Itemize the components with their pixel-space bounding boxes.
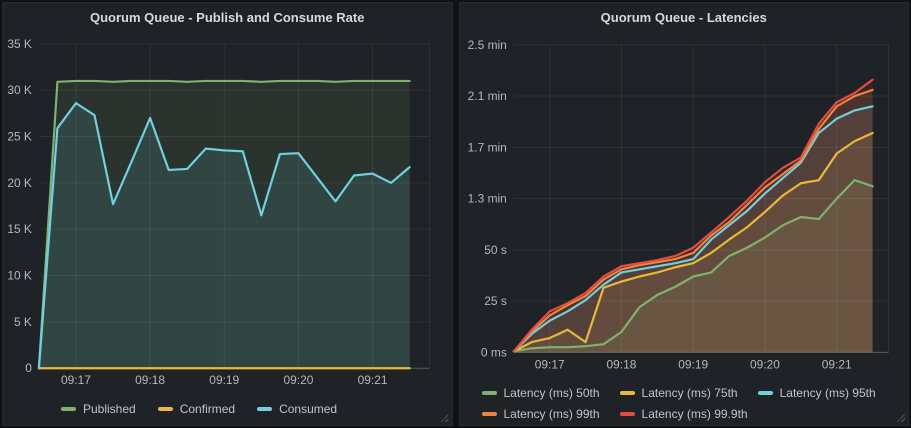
legend-label: Latency (ms) 99th (504, 407, 600, 421)
y-tick-label: 2.5 min (467, 38, 506, 52)
legend-item-latency-ms-50th[interactable]: Latency (ms) 50th (482, 386, 600, 400)
panel-publish-consume-rate: Quorum Queue - Publish and Consume Rate … (2, 2, 453, 426)
legend-label: Confirmed (180, 402, 235, 416)
x-tick-label: 09:20 (750, 357, 780, 371)
y-tick-label: 1.3 min (467, 192, 506, 206)
legend-label: Published (83, 402, 136, 416)
x-tick-label: 09:21 (821, 357, 851, 371)
legend-swatch-icon (61, 407, 76, 411)
legend-swatch-icon (482, 412, 497, 416)
legend-item-consumed[interactable]: Consumed (257, 402, 337, 416)
y-tick-label: 30 K (7, 83, 32, 97)
legend-swatch-icon (257, 407, 272, 411)
y-tick-label: 25 s (484, 294, 507, 308)
y-tick-label: 2.1 min (467, 89, 506, 103)
legend-item-latency-ms-99th[interactable]: Latency (ms) 99th (482, 407, 600, 421)
legend-label: Latency (ms) 75th (642, 386, 738, 400)
legend-item-published[interactable]: Published (61, 402, 136, 416)
panel-latencies: Quorum Queue - Latencies 0 ms 25 s 50 s 1.3… (459, 2, 910, 426)
y-tick-label: 0 (25, 361, 32, 375)
dashboard: Quorum Queue - Publish and Consume Rate … (0, 0, 911, 428)
legend-swatch-icon (620, 412, 635, 416)
x-tick-label: 09:17 (61, 373, 91, 387)
chart-canvas-latencies[interactable]: 0 ms 25 s 50 s 1.3 min 1.7 min 2.1 min 2.5 min… (460, 3, 909, 425)
panel-title-latencies[interactable]: Quorum Queue - Latencies (460, 3, 909, 25)
legend-item-confirmed[interactable]: Confirmed (158, 402, 235, 416)
legend-swatch-icon (482, 391, 497, 395)
legend-latencies: Latency (ms) 50th Latency (ms) 75th Latenc… (482, 386, 886, 421)
y-tick-label: 50 s (484, 243, 507, 257)
legend-swatch-icon (758, 391, 773, 395)
legend-publish-consume: Published Confirmed Consumed (61, 402, 337, 416)
legend-label: Latency (ms) 99.9th (642, 407, 748, 421)
legend-label: Latency (ms) 50th (504, 386, 600, 400)
legend-label: Consumed (279, 402, 337, 416)
x-tick-label: 09:19 (678, 357, 708, 371)
legend-item-latency-ms-75th[interactable]: Latency (ms) 75th (620, 386, 738, 400)
y-tick-label: 0 ms (480, 345, 506, 359)
legend-item-latency-ms-99-9th[interactable]: Latency (ms) 99.9th (620, 407, 748, 421)
y-tick-label: 15 K (7, 222, 32, 236)
x-tick-label: 09:17 (534, 357, 564, 371)
y-tick-label: 20 K (7, 176, 32, 190)
y-tick-label: 25 K (7, 129, 32, 143)
x-tick-label: 09:19 (209, 373, 239, 387)
panel-title-publish-consume[interactable]: Quorum Queue - Publish and Consume Rate (3, 3, 452, 25)
y-tick-label: 35 K (7, 37, 32, 51)
y-tick-label: 5 K (14, 315, 32, 329)
chart-canvas-publish-consume[interactable]: 0 5 K 10 K 15 K 20 K 25 K 30 K 35 K 09:17 09:18 09… (3, 3, 452, 425)
y-tick-label: 10 K (7, 269, 32, 283)
legend-label: Latency (ms) 95th (780, 386, 876, 400)
legend-swatch-icon (158, 407, 173, 411)
x-tick-label: 09:21 (358, 373, 388, 387)
y-tick-label: 1.7 min (467, 140, 506, 154)
x-tick-label: 09:18 (606, 357, 636, 371)
x-tick-label: 09:20 (283, 373, 313, 387)
legend-item-latency-ms-95th[interactable]: Latency (ms) 95th (758, 386, 876, 400)
legend-swatch-icon (620, 391, 635, 395)
x-tick-label: 09:18 (135, 373, 165, 387)
